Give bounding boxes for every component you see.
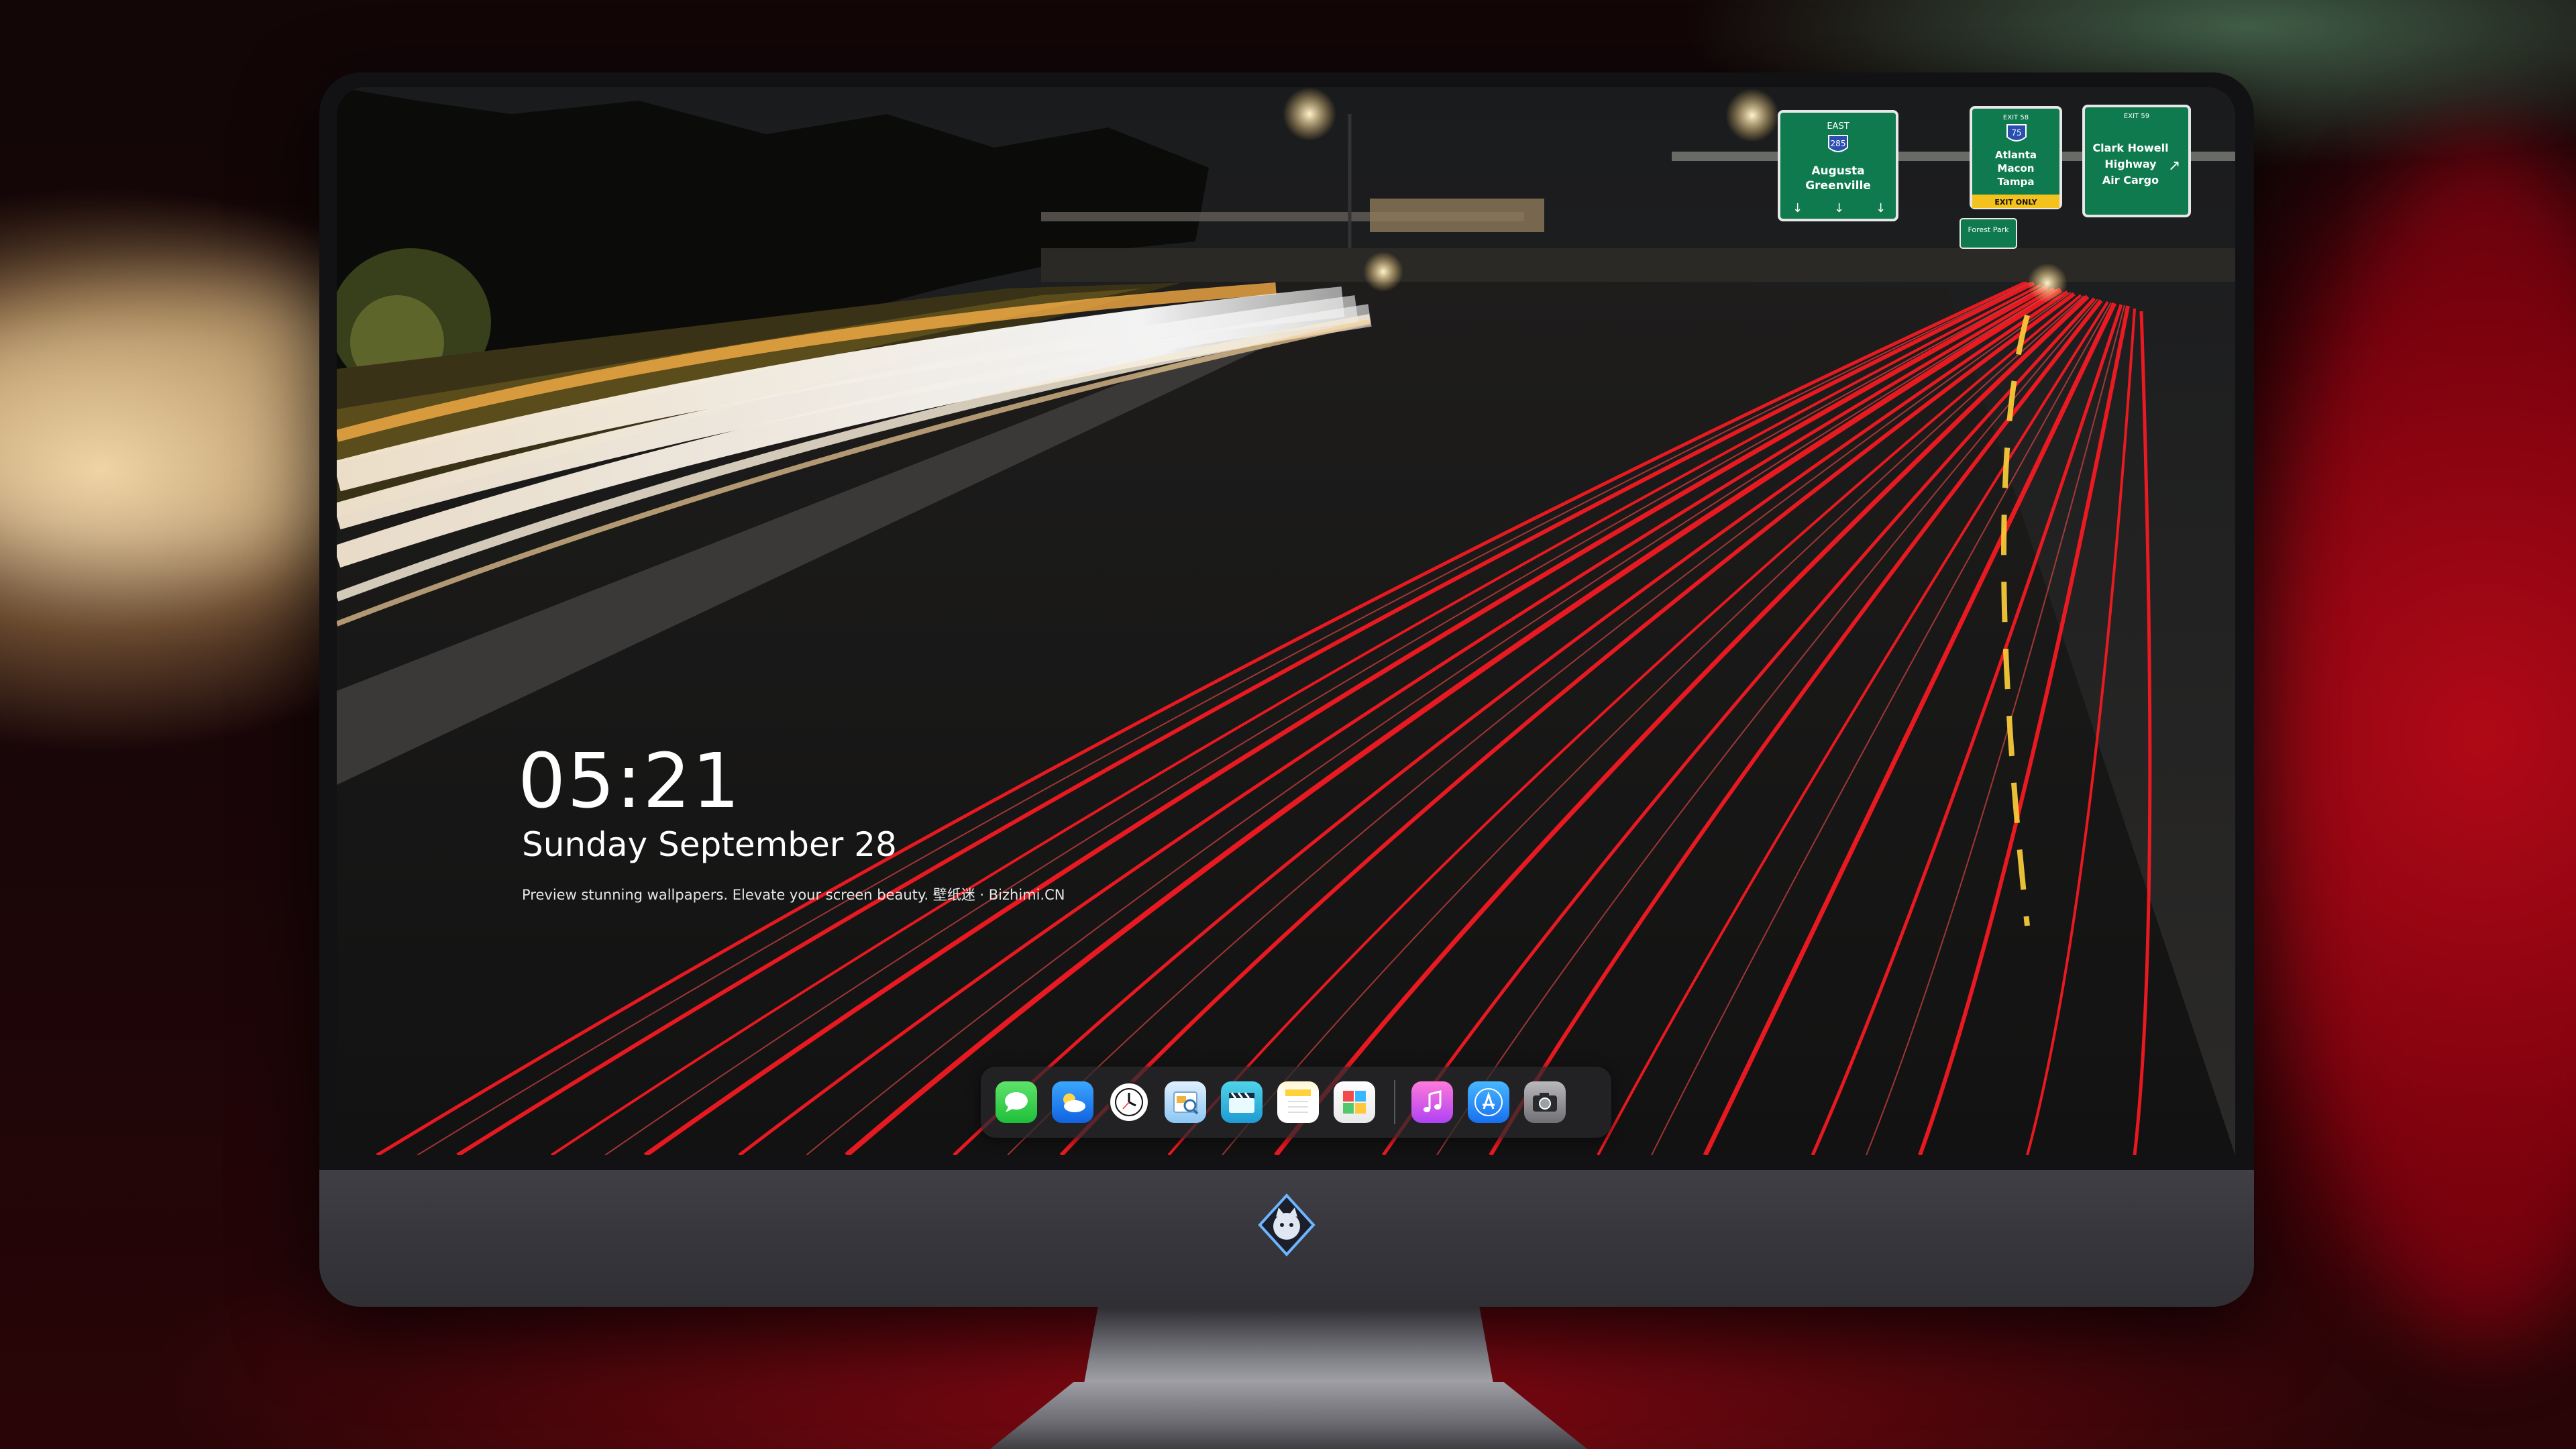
- lock-clock: 05:21: [518, 738, 741, 825]
- svg-text:↗: ↗: [2168, 158, 2180, 174]
- preview-icon[interactable]: [1165, 1081, 1206, 1123]
- svg-text:285: 285: [1831, 139, 1846, 148]
- dock: [981, 1067, 1611, 1138]
- mascot-logo-icon: [1258, 1193, 1316, 1256]
- wallpaper: EAST 285 Augusta Greenville ↓ ↓ ↓ EXIT 5…: [337, 87, 2235, 1155]
- screen: EAST 285 Augusta Greenville ↓ ↓ ↓ EXIT 5…: [337, 87, 2235, 1155]
- app-store-icon[interactable]: [1468, 1081, 1509, 1123]
- weather-icon[interactable]: [1052, 1081, 1093, 1123]
- svg-text:Tampa: Tampa: [1998, 176, 2035, 188]
- music-icon[interactable]: [1411, 1081, 1453, 1123]
- svg-text:Macon: Macon: [1998, 162, 2035, 174]
- lock-date: Sunday September 28: [522, 825, 897, 864]
- notes-icon[interactable]: [1277, 1081, 1319, 1123]
- svg-text:75: 75: [2011, 128, 2021, 138]
- svg-text:Air Cargo: Air Cargo: [2102, 174, 2159, 186]
- svg-text:EXIT ONLY: EXIT ONLY: [1994, 198, 2037, 207]
- monitor: EAST 285 Augusta Greenville ↓ ↓ ↓ EXIT 5…: [319, 72, 2254, 1307]
- svg-text:Augusta: Augusta: [1811, 164, 1864, 178]
- svg-text:↓: ↓: [1834, 201, 1844, 215]
- svg-text:Clark Howell: Clark Howell: [2092, 142, 2168, 154]
- svg-text:Atlanta: Atlanta: [1995, 149, 2037, 161]
- svg-text:EAST: EAST: [1827, 121, 1849, 131]
- messages-icon[interactable]: [996, 1081, 1037, 1123]
- photos-icon[interactable]: [1334, 1081, 1375, 1123]
- background-stage: EAST 285 Augusta Greenville ↓ ↓ ↓ EXIT 5…: [0, 0, 2576, 1449]
- clock-icon[interactable]: [1108, 1081, 1150, 1123]
- highway-sign-forest-park: Forest Park: [1960, 218, 2017, 249]
- svg-text:Forest Park: Forest Park: [1968, 225, 2009, 234]
- highway-sign-285: EAST 285 Augusta Greenville ↓ ↓ ↓: [1778, 110, 1898, 221]
- highway-sign-75: EXIT 58 75 Atlanta Macon Tampa EXIT ONLY: [1970, 106, 2062, 209]
- svg-text:↓: ↓: [1792, 201, 1803, 215]
- wallpaper-tagline: Preview stunning wallpapers. Elevate you…: [522, 887, 1065, 903]
- highway-sign-clark-howell: EXIT 59 Clark Howell Highway Air Cargo ↗: [2082, 105, 2191, 217]
- monitor-stand-base: [990, 1382, 1587, 1449]
- svg-text:↓: ↓: [1876, 201, 1886, 215]
- dock-separator: [1394, 1080, 1395, 1124]
- camera-icon[interactable]: [1524, 1081, 1566, 1123]
- video-icon[interactable]: [1221, 1081, 1263, 1123]
- svg-text:EXIT 59: EXIT 59: [2124, 113, 2149, 120]
- svg-text:Greenville: Greenville: [1805, 179, 1871, 193]
- svg-text:EXIT 58: EXIT 58: [2003, 114, 2029, 121]
- bg-blur-red: [2281, 134, 2576, 1342]
- svg-text:Highway: Highway: [2104, 158, 2157, 170]
